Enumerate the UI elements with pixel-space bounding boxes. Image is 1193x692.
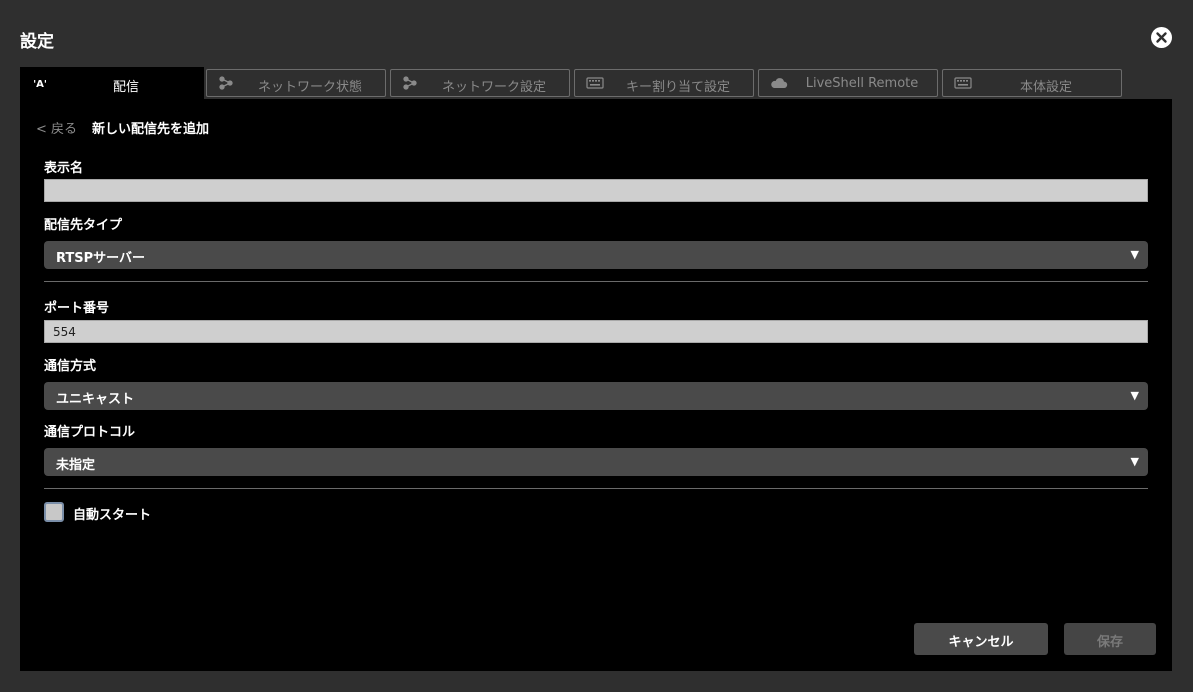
display-name-label: 表示名 bbox=[44, 161, 84, 176]
tab-device-settings[interactable]: 本体設定 bbox=[942, 69, 1122, 97]
port-label: ポート番号 bbox=[44, 301, 110, 316]
close-icon bbox=[1156, 32, 1167, 43]
broadcast-icon: 'A' bbox=[33, 79, 47, 90]
page-heading: 新しい配信先を追加 bbox=[92, 122, 210, 137]
tab-label: ネットワーク設定 bbox=[441, 80, 546, 95]
tab-broadcast[interactable]: 'A' 配信 bbox=[20, 67, 204, 100]
tab-key-assignment[interactable]: キー割り当て設定 bbox=[574, 69, 754, 97]
comm-protocol-select[interactable]: 未指定 ▼ bbox=[44, 448, 1148, 476]
tab-label: LiveShell Remote bbox=[805, 76, 919, 91]
section-divider bbox=[44, 281, 1148, 282]
tab-label: キー割り当て設定 bbox=[625, 80, 730, 95]
comm-protocol-label: 通信プロトコル bbox=[44, 425, 136, 440]
comm-method-label: 通信方式 bbox=[44, 359, 97, 374]
auto-start-label: 自動スタート bbox=[73, 508, 152, 523]
section-divider bbox=[44, 488, 1148, 489]
svg-text:'A': 'A' bbox=[33, 79, 47, 90]
target-type-value: RTSPサーバー bbox=[56, 251, 146, 266]
keyboard-icon bbox=[586, 77, 604, 89]
dropdown-arrow-icon: ▼ bbox=[1130, 389, 1139, 402]
back-link[interactable]: < 戻る bbox=[36, 118, 77, 137]
window-title: 設定 bbox=[20, 32, 54, 52]
network-share-icon bbox=[219, 76, 233, 90]
dropdown-arrow-icon: ▼ bbox=[1130, 455, 1139, 468]
comm-method-value: ユニキャスト bbox=[56, 392, 135, 407]
tab-label: ネットワーク状態 bbox=[257, 80, 362, 95]
tab-label: 配信 bbox=[112, 80, 139, 95]
tab-label: 本体設定 bbox=[1019, 80, 1072, 95]
target-type-select[interactable]: RTSPサーバー ▼ bbox=[44, 241, 1148, 269]
keyboard-icon bbox=[954, 77, 972, 89]
auto-start-checkbox[interactable] bbox=[44, 502, 64, 522]
comm-protocol-value: 未指定 bbox=[56, 458, 96, 473]
tab-liveshell-remote[interactable]: LiveShell Remote bbox=[758, 69, 938, 97]
comm-method-select[interactable]: ユニキャスト ▼ bbox=[44, 382, 1148, 410]
network-share-icon bbox=[403, 76, 417, 90]
port-input[interactable] bbox=[44, 320, 1148, 343]
cloud-icon bbox=[771, 78, 788, 88]
tab-network-status[interactable]: ネットワーク状態 bbox=[206, 69, 386, 97]
tab-network-settings[interactable]: ネットワーク設定 bbox=[390, 69, 570, 97]
save-button[interactable]: 保存 bbox=[1064, 623, 1156, 655]
dropdown-arrow-icon: ▼ bbox=[1130, 248, 1139, 261]
cancel-button[interactable]: キャンセル bbox=[914, 623, 1048, 655]
close-button[interactable] bbox=[1151, 27, 1172, 48]
display-name-input[interactable] bbox=[44, 179, 1148, 202]
target-type-label: 配信先タイプ bbox=[44, 218, 123, 233]
